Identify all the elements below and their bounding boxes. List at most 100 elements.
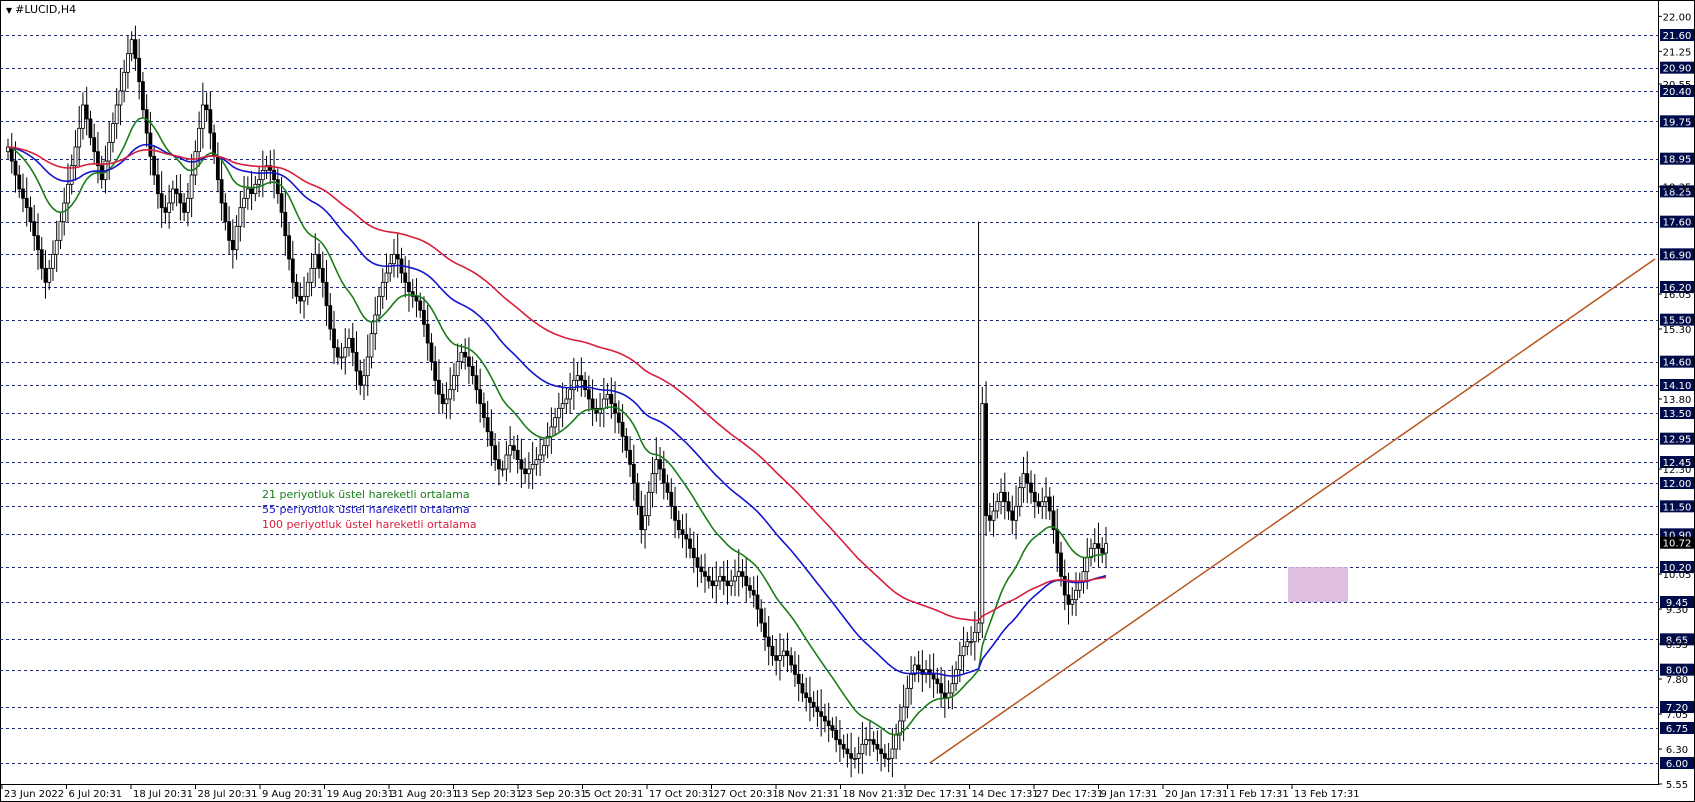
candle-body bbox=[500, 468, 505, 471]
candle-body bbox=[669, 491, 674, 507]
price-label: 19.75 bbox=[1663, 117, 1692, 128]
candle-body bbox=[789, 655, 794, 666]
candle-body bbox=[58, 221, 63, 241]
candle-body bbox=[706, 575, 711, 582]
candle-body bbox=[995, 501, 1000, 512]
candle-body bbox=[418, 300, 423, 311]
candle-body bbox=[823, 715, 827, 722]
candle-body bbox=[654, 459, 659, 475]
candle-body bbox=[631, 463, 636, 484]
candle-body bbox=[1014, 505, 1018, 521]
candle-body bbox=[313, 253, 318, 269]
candle-body bbox=[534, 459, 539, 465]
time-tick-label: 8 Nov 21:31 bbox=[778, 789, 839, 800]
time-tick-label: 31 Aug 20:31 bbox=[391, 789, 458, 800]
candle-body bbox=[347, 337, 351, 349]
candle-body bbox=[470, 365, 475, 377]
candle-body bbox=[965, 641, 970, 647]
candle-body bbox=[467, 356, 471, 367]
ema-line-ema100 bbox=[7, 146, 1107, 622]
candle-body bbox=[290, 258, 295, 283]
candle-body bbox=[1029, 482, 1033, 493]
candle-body bbox=[886, 757, 891, 760]
candle-body bbox=[407, 281, 411, 293]
candle-body bbox=[1055, 529, 1060, 554]
candle-body bbox=[838, 739, 842, 745]
candle-body bbox=[474, 375, 479, 391]
candle-body bbox=[362, 375, 366, 386]
candle-body bbox=[354, 351, 359, 372]
candle-body bbox=[114, 104, 119, 125]
candle-body bbox=[335, 347, 340, 358]
candles bbox=[6, 25, 1108, 778]
time-tick-label: 1 Feb 17:31 bbox=[1230, 789, 1289, 800]
dropdown-triangle-icon[interactable]: ▼ bbox=[6, 6, 12, 15]
candle-body bbox=[1017, 487, 1022, 507]
candle-body bbox=[560, 403, 565, 409]
candle-body bbox=[1074, 589, 1078, 601]
symbol-label: ▼ #LUCID,H4 bbox=[6, 3, 76, 16]
time-tick-label: 13 Sep 20:31 bbox=[456, 789, 523, 800]
candle-body bbox=[452, 375, 456, 391]
candle-body bbox=[223, 202, 228, 223]
price-label: 12.95 bbox=[1663, 435, 1692, 446]
candle-body bbox=[684, 533, 689, 540]
candle-body bbox=[541, 445, 546, 456]
candle-body bbox=[107, 141, 112, 162]
candle-body bbox=[811, 701, 816, 708]
candle-body bbox=[658, 459, 662, 470]
time-tick-label: 6 Jul 20:31 bbox=[69, 789, 123, 800]
price-tick-label: 22.00 bbox=[1663, 12, 1692, 23]
time-tick-label: 27 Dec 17:31 bbox=[1036, 789, 1103, 800]
candle-body bbox=[377, 295, 381, 316]
price-tick-label: 16.05 bbox=[1663, 290, 1692, 301]
candle-body bbox=[586, 389, 591, 400]
candle-body bbox=[530, 463, 535, 470]
candle-body bbox=[984, 403, 988, 517]
candle-body bbox=[1006, 501, 1011, 512]
candle-body bbox=[980, 403, 985, 624]
candle-body bbox=[163, 207, 168, 213]
price-tick-label: 18.35 bbox=[1663, 183, 1692, 194]
candle-body bbox=[66, 183, 70, 204]
candle-body bbox=[21, 188, 25, 199]
candle-body bbox=[834, 729, 839, 741]
candle-body bbox=[275, 179, 280, 195]
candle-body bbox=[302, 295, 306, 302]
time-tick-label: 9 Aug 20:31 bbox=[262, 789, 323, 800]
candle-body bbox=[1025, 473, 1030, 484]
candle-body bbox=[901, 706, 906, 722]
candle-body bbox=[808, 697, 812, 703]
candle-body bbox=[493, 445, 498, 461]
price-label: 16.90 bbox=[1663, 250, 1692, 261]
price-chart[interactable]: 21.6020.9020.4019.7518.9518.2517.6016.90… bbox=[0, 0, 1695, 802]
candle-body bbox=[118, 90, 123, 106]
candle-body bbox=[88, 118, 93, 139]
candle-body bbox=[482, 403, 486, 419]
candle-body bbox=[991, 510, 996, 521]
candle-body bbox=[770, 645, 775, 657]
price-label: 18.95 bbox=[1663, 155, 1692, 166]
time-tick-label: 18 Jul 20:31 bbox=[133, 789, 193, 800]
time-tick-label: 23 Jun 2022 bbox=[4, 789, 64, 800]
candle-body bbox=[13, 160, 18, 176]
candle-body bbox=[733, 575, 737, 582]
candle-body bbox=[556, 407, 561, 419]
candle-body bbox=[688, 538, 692, 549]
price-label: 12.00 bbox=[1663, 479, 1692, 490]
time-tick-label: 18 Nov 21:31 bbox=[843, 789, 910, 800]
candle-body bbox=[39, 249, 44, 269]
support-zone-box bbox=[1288, 567, 1348, 602]
candle-body bbox=[999, 491, 1003, 503]
candle-body bbox=[448, 389, 453, 400]
candle-body bbox=[635, 482, 640, 507]
candle-body bbox=[234, 225, 239, 251]
time-tick-label: 20 Jan 17:31 bbox=[1165, 789, 1228, 800]
candle-body bbox=[403, 272, 408, 283]
price-tick-label: 21.25 bbox=[1663, 47, 1692, 58]
candle-body bbox=[320, 267, 325, 283]
candle-body bbox=[159, 193, 164, 209]
candle-body bbox=[916, 664, 921, 671]
candle-body bbox=[43, 267, 48, 283]
price-tick-label: 6.30 bbox=[1666, 745, 1688, 756]
